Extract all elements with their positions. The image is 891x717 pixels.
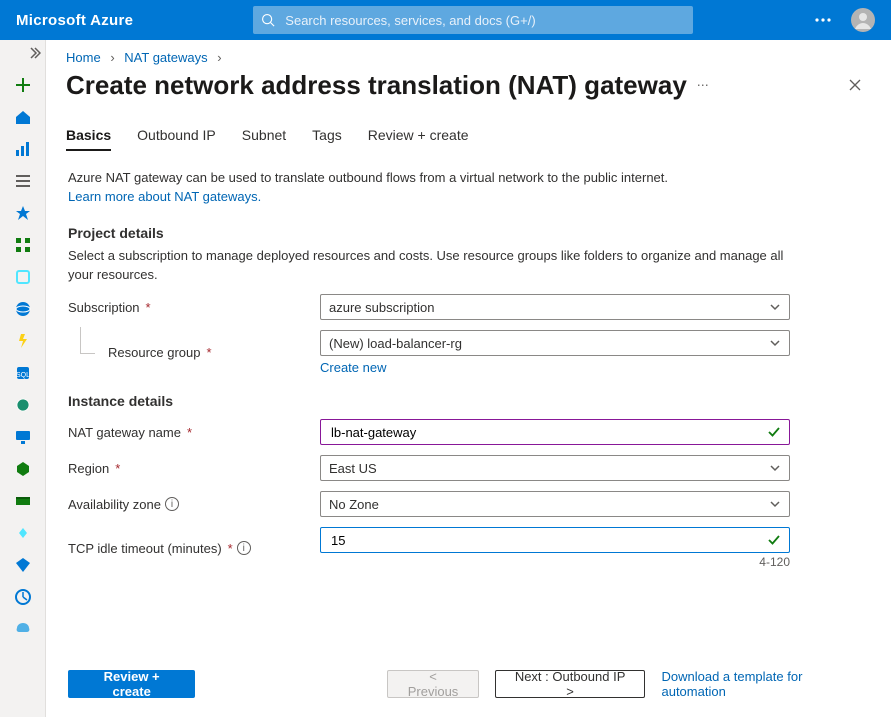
breadcrumb: Home › NAT gateways › <box>46 40 891 69</box>
learn-more-link[interactable]: Learn more about NAT gateways. <box>68 189 261 204</box>
nat-name-field[interactable] <box>329 420 763 444</box>
resource-group-label: Resource group* <box>68 341 320 364</box>
nav-cosmos[interactable] <box>0 389 46 421</box>
nav-resource-groups[interactable] <box>0 261 46 293</box>
nav-all-services[interactable] <box>0 165 46 197</box>
tcp-timeout-field[interactable] <box>329 528 763 552</box>
previous-button: < Previous <box>387 670 478 698</box>
project-details-desc: Select a subscription to manage deployed… <box>68 247 808 285</box>
search-icon <box>261 13 275 27</box>
subscription-label: Subscription* <box>68 296 320 319</box>
tab-outbound-ip[interactable]: Outbound IP <box>137 127 216 150</box>
availability-zone-label: Availability zone i <box>68 493 320 516</box>
region-value: East US <box>329 461 377 476</box>
nav-advisor[interactable] <box>0 613 46 645</box>
intro-text-body: Azure NAT gateway can be used to transla… <box>68 170 668 185</box>
wizard-footer: Review + create < Previous Next : Outbou… <box>46 650 891 717</box>
chevron-down-icon <box>769 498 781 510</box>
nav-vnet[interactable] <box>0 517 46 549</box>
download-template-link[interactable]: Download a template for automation <box>661 669 869 699</box>
nav-monitor[interactable] <box>0 581 46 613</box>
chevron-right-icon: › <box>217 50 221 65</box>
nat-name-label: NAT gateway name* <box>68 421 320 444</box>
main-panel: Home › NAT gateways › Create network add… <box>46 40 891 717</box>
nav-create[interactable] <box>0 69 46 101</box>
page-commands-icon[interactable]: ⋯ <box>697 78 711 92</box>
tcp-timeout-input[interactable] <box>320 527 790 553</box>
create-new-rg-link[interactable]: Create new <box>320 360 790 375</box>
nav-expand-icon[interactable] <box>27 46 41 63</box>
region-label: Region* <box>68 457 320 480</box>
tcp-timeout-label: TCP idle timeout (minutes)* i <box>68 537 320 560</box>
resource-group-value: (New) load-balancer-rg <box>329 336 462 351</box>
info-icon[interactable]: i <box>165 497 179 511</box>
tab-review-create[interactable]: Review + create <box>368 127 469 150</box>
breadcrumb-nat-gateways[interactable]: NAT gateways <box>124 50 207 65</box>
global-header: Microsoft Azure <box>0 0 891 40</box>
nav-storage[interactable] <box>0 485 46 517</box>
check-icon <box>767 533 781 547</box>
region-dropdown[interactable]: East US <box>320 455 790 481</box>
search-input[interactable] <box>283 12 685 29</box>
next-button[interactable]: Next : Outbound IP > <box>495 670 646 698</box>
section-instance-details: Instance details <box>68 393 869 409</box>
close-icon <box>848 78 862 92</box>
resource-group-dropdown[interactable]: (New) load-balancer-rg <box>320 330 790 356</box>
nav-app-services[interactable] <box>0 293 46 325</box>
brand-logo[interactable]: Microsoft Azure <box>16 12 133 29</box>
nav-all-resources[interactable] <box>0 229 46 261</box>
check-icon <box>767 425 781 439</box>
svg-text:SQL: SQL <box>15 372 29 379</box>
close-blade-button[interactable] <box>839 69 871 101</box>
nav-functions[interactable] <box>0 325 46 357</box>
global-search[interactable] <box>253 6 693 34</box>
nav-load-balancer[interactable] <box>0 453 46 485</box>
subscription-value: azure subscription <box>329 300 435 315</box>
chevron-down-icon <box>769 301 781 313</box>
section-project-details: Project details <box>68 225 869 241</box>
intro-text: Azure NAT gateway can be used to transla… <box>68 169 808 207</box>
availability-zone-value: No Zone <box>329 497 379 512</box>
tab-subnet[interactable]: Subnet <box>242 127 286 150</box>
more-icon[interactable] <box>803 0 843 40</box>
avatar[interactable] <box>843 0 883 40</box>
left-nav-rail: SQL <box>0 40 46 717</box>
nat-name-input[interactable] <box>320 419 790 445</box>
nav-favorites[interactable] <box>0 197 46 229</box>
chevron-right-icon: › <box>110 50 114 65</box>
tab-tags[interactable]: Tags <box>312 127 342 150</box>
tcp-timeout-range: 4-120 <box>320 555 790 569</box>
nav-vm[interactable] <box>0 421 46 453</box>
review-create-button[interactable]: Review + create <box>68 670 195 698</box>
nav-aad[interactable] <box>0 549 46 581</box>
info-icon[interactable]: i <box>237 541 251 555</box>
nav-home[interactable] <box>0 101 46 133</box>
nav-dashboard[interactable] <box>0 133 46 165</box>
breadcrumb-home[interactable]: Home <box>66 50 101 65</box>
availability-zone-dropdown[interactable]: No Zone <box>320 491 790 517</box>
tab-basics[interactable]: Basics <box>66 127 111 151</box>
wizard-tabs: Basics Outbound IP Subnet Tags Review + … <box>46 109 891 151</box>
chevron-down-icon <box>769 462 781 474</box>
page-title: Create network address translation (NAT)… <box>66 70 687 101</box>
nav-sql[interactable]: SQL <box>0 357 46 389</box>
subscription-dropdown[interactable]: azure subscription <box>320 294 790 320</box>
chevron-down-icon <box>769 337 781 349</box>
